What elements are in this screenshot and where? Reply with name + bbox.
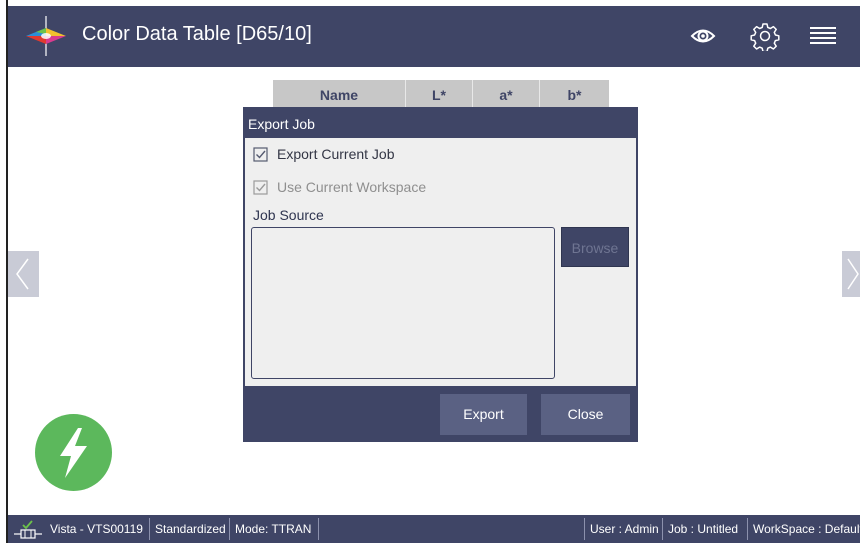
use-current-workspace-option[interactable]: Use Current Workspace — [253, 176, 426, 198]
page-title: Color Data Table [D65/10] — [82, 23, 312, 45]
checkbox-checked-disabled-icon[interactable] — [253, 179, 268, 195]
column-header-a[interactable]: a* — [473, 80, 540, 110]
status-divider — [662, 518, 663, 540]
column-header-l[interactable]: L* — [406, 80, 473, 110]
status-workspace: WorkSpace : Default — [753, 522, 860, 536]
status-divider — [747, 518, 748, 540]
column-header-b[interactable]: b* — [540, 80, 609, 110]
app-window: Color Data Table [D65/10] Name L* a* b* — [0, 0, 860, 543]
status-bar: Vista - VTS00119 Standardized Mode: TTRA… — [8, 515, 860, 543]
status-divider — [318, 518, 319, 540]
status-divider — [229, 518, 230, 540]
menu-icon[interactable] — [808, 21, 838, 51]
job-source-field[interactable] — [251, 227, 555, 379]
status-device: Vista - VTS00119 — [50, 522, 143, 536]
app-header: Color Data Table [D65/10] — [8, 6, 860, 67]
gear-icon[interactable] — [750, 21, 780, 51]
export-current-job-label: Export Current Job — [277, 146, 395, 162]
color-data-table-header: Name L* a* b* — [273, 80, 609, 110]
export-button[interactable]: Export — [440, 394, 527, 435]
job-source-label: Job Source — [253, 207, 324, 223]
status-job: Job : Untitled — [668, 522, 739, 536]
measure-button[interactable] — [35, 414, 112, 491]
use-current-workspace-label: Use Current Workspace — [277, 179, 427, 195]
status-user: User : Admin — [590, 522, 659, 536]
status-divider — [584, 518, 585, 540]
column-header-name[interactable]: Name — [273, 80, 406, 110]
chevron-right-icon — [847, 258, 859, 290]
app-logo-icon — [26, 16, 66, 56]
checkbox-checked-icon[interactable] — [253, 146, 268, 162]
eye-icon[interactable] — [688, 21, 718, 51]
status-divider — [149, 518, 150, 540]
browse-button[interactable]: Browse — [561, 227, 629, 267]
chevron-left-icon — [16, 258, 29, 290]
next-page-button[interactable] — [842, 251, 860, 297]
instrument-connected-icon — [14, 520, 42, 539]
dialog-title: Export Job — [248, 116, 315, 132]
export-current-job-option[interactable]: Export Current Job — [253, 143, 395, 165]
status-mode: Mode: TTRAN — [235, 522, 312, 536]
previous-page-button[interactable] — [8, 251, 39, 297]
dialog-body: Export Current Job Use Current Workspace… — [245, 138, 636, 386]
lightning-bolt-icon — [60, 428, 87, 478]
status-standardized: Standardized — [155, 522, 226, 536]
export-job-dialog: Export Job Export Current Job Use Curren… — [243, 107, 638, 442]
close-button[interactable]: Close — [541, 394, 630, 435]
